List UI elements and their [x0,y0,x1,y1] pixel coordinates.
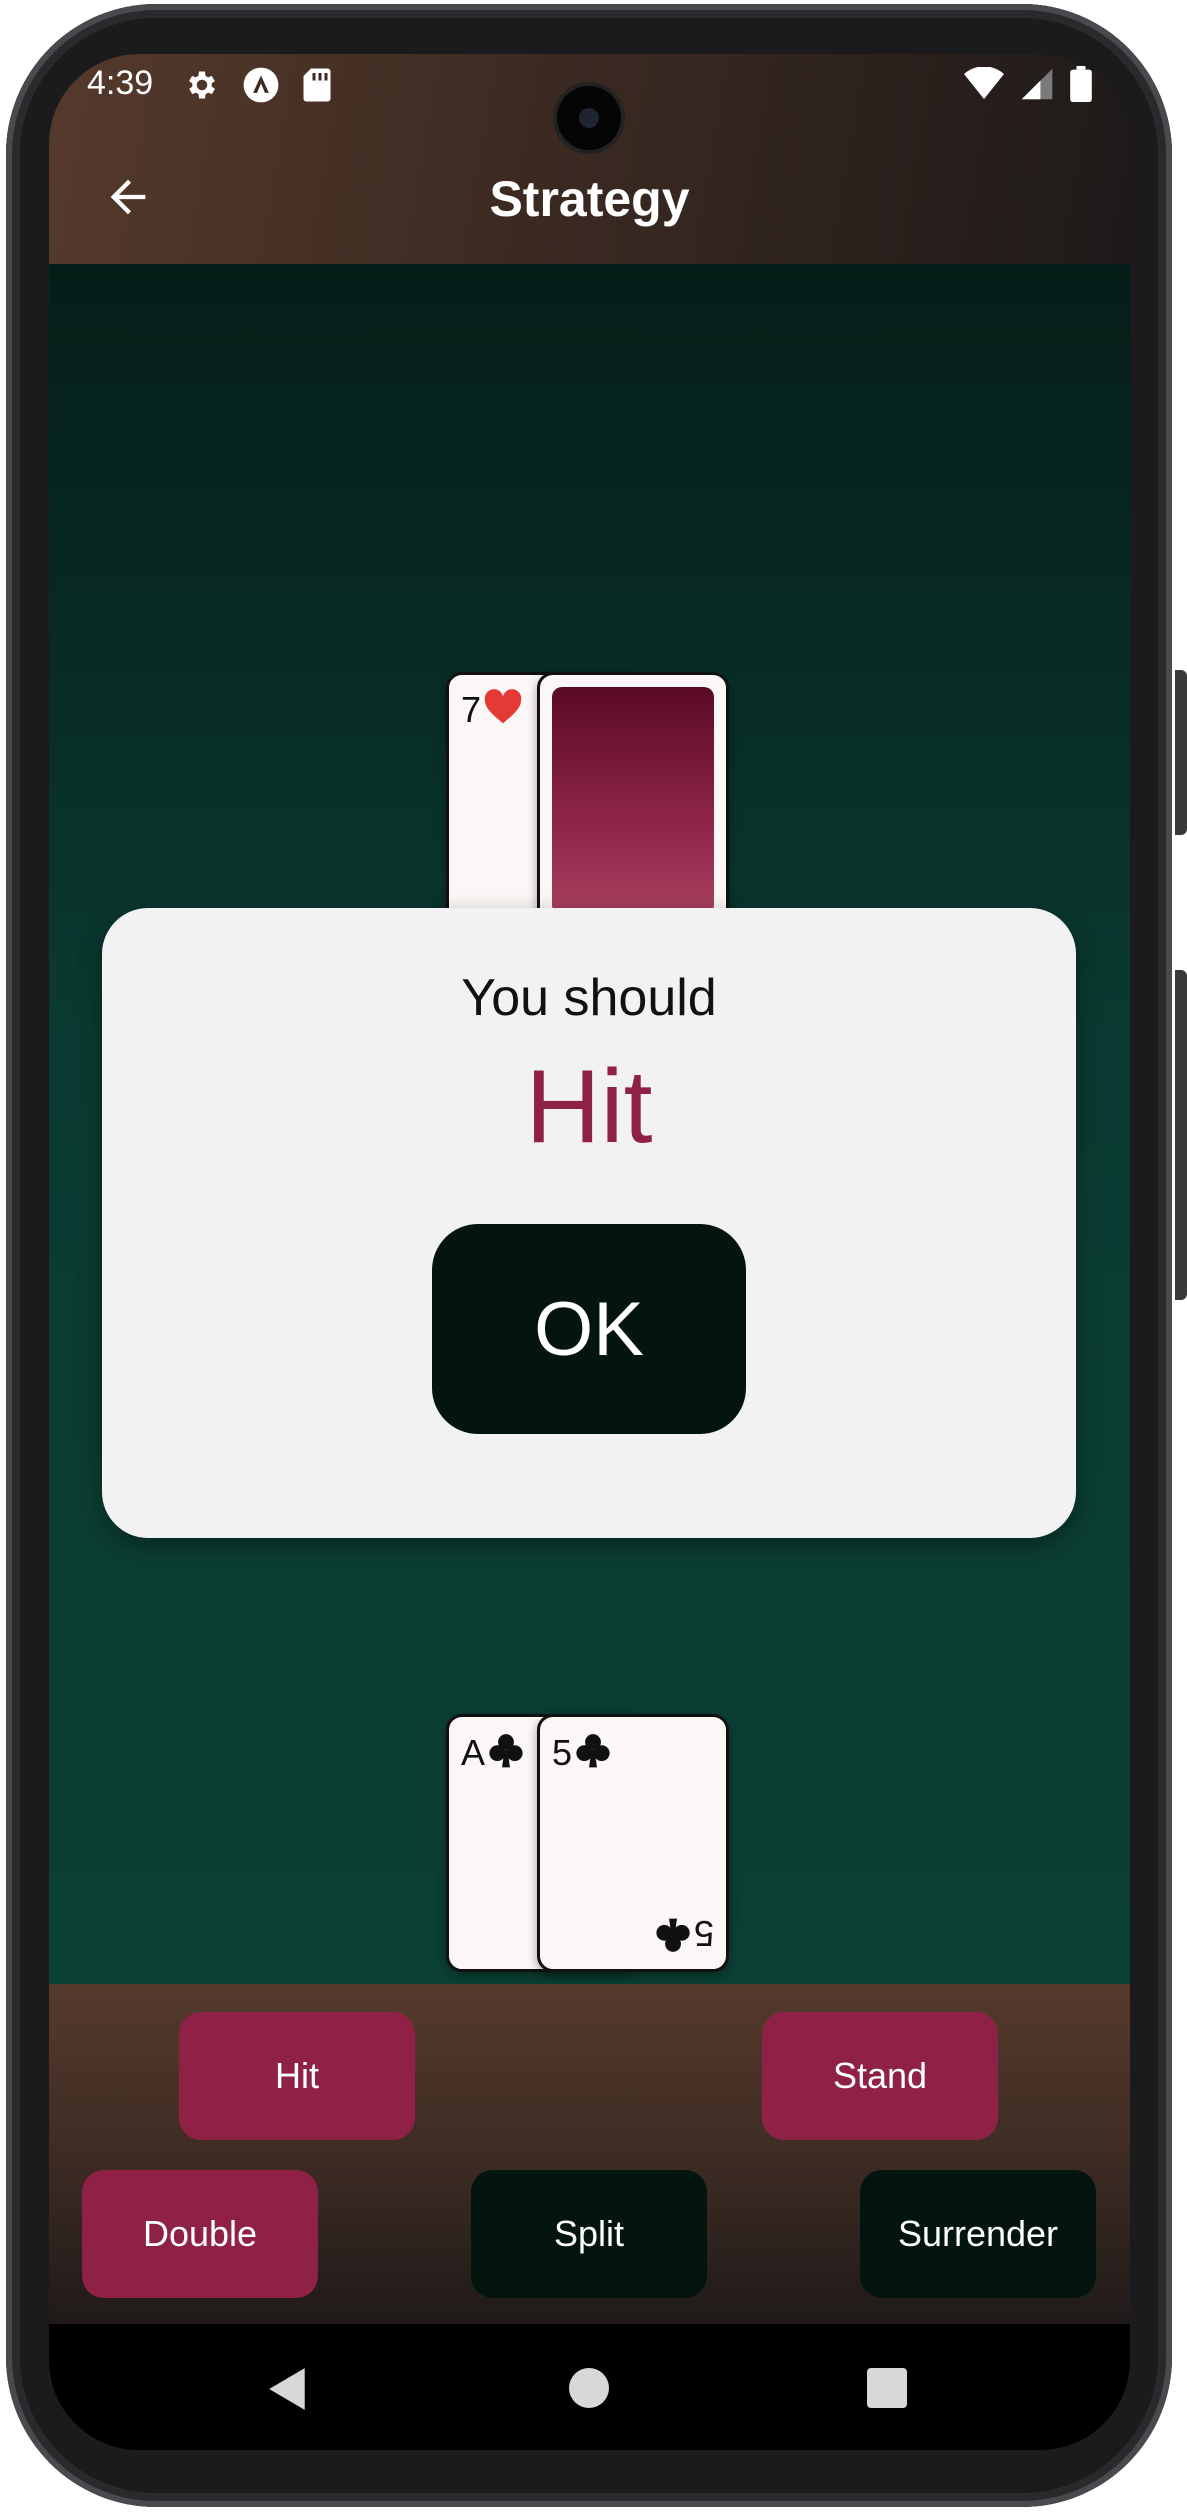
card-corner: A [461,1731,525,1775]
battery-icon [1070,66,1092,107]
strategy-dialog: You should Hit OK [102,908,1076,1538]
page-title: Strategy [489,171,690,227]
wifi-icon [964,66,1004,106]
status-time: 4:39 [87,64,154,102]
app-bar: Strategy [49,144,1130,264]
card-rank: 5 [693,1913,714,1954]
heart-suit-icon [483,689,523,731]
double-button[interactable]: Double [82,2170,318,2298]
dialog-heading: You should [461,969,717,1027]
power-button [1175,970,1187,1300]
card-rank: 5 [552,1732,573,1773]
settings-icon [184,67,220,108]
recommended-action: Hit [525,1049,653,1165]
club-suit-icon [574,1731,612,1775]
sd-card-icon [302,67,332,108]
card-corner: 5 [552,1731,612,1775]
ok-button[interactable]: OK [432,1224,746,1434]
volume-button [1175,670,1187,835]
signal-icon [1020,67,1054,106]
card-rank: A [461,1732,486,1773]
nav-back-icon[interactable] [267,2366,309,2417]
status-icons-right [964,66,1092,107]
split-button[interactable]: Split [471,2170,707,2298]
hit-button[interactable]: Hit [179,2012,415,2140]
club-suit-icon [487,1731,525,1775]
screen: 4:39 Strategy 7 A 5 5 You should Hit OK … [49,54,1130,2450]
nav-home-icon[interactable] [569,2368,609,2413]
top-bar: 4:39 Strategy [49,54,1130,264]
status-icons-left [184,66,332,109]
front-camera [557,86,621,150]
card-rank: 7 [461,689,482,730]
player-card-2: 5 5 [537,1714,729,1972]
phone-device: 4:39 Strategy 7 A 5 5 You should Hit OK … [0,0,1187,2513]
dealer-card-hidden [537,672,729,930]
nav-recents-icon[interactable] [867,2368,907,2413]
action-controls: Hit Stand Double Split Surrender [49,1984,1130,2324]
club-suit-icon [654,1911,692,1955]
surrender-button[interactable]: Surrender [860,2170,1096,2298]
app-notification-icon [242,66,280,109]
card-back [552,687,714,915]
card-corner-inverted: 5 [654,1911,714,1955]
stand-button[interactable]: Stand [762,2012,998,2140]
system-nav-bar [49,2324,1130,2450]
card-corner: 7 [461,689,523,731]
